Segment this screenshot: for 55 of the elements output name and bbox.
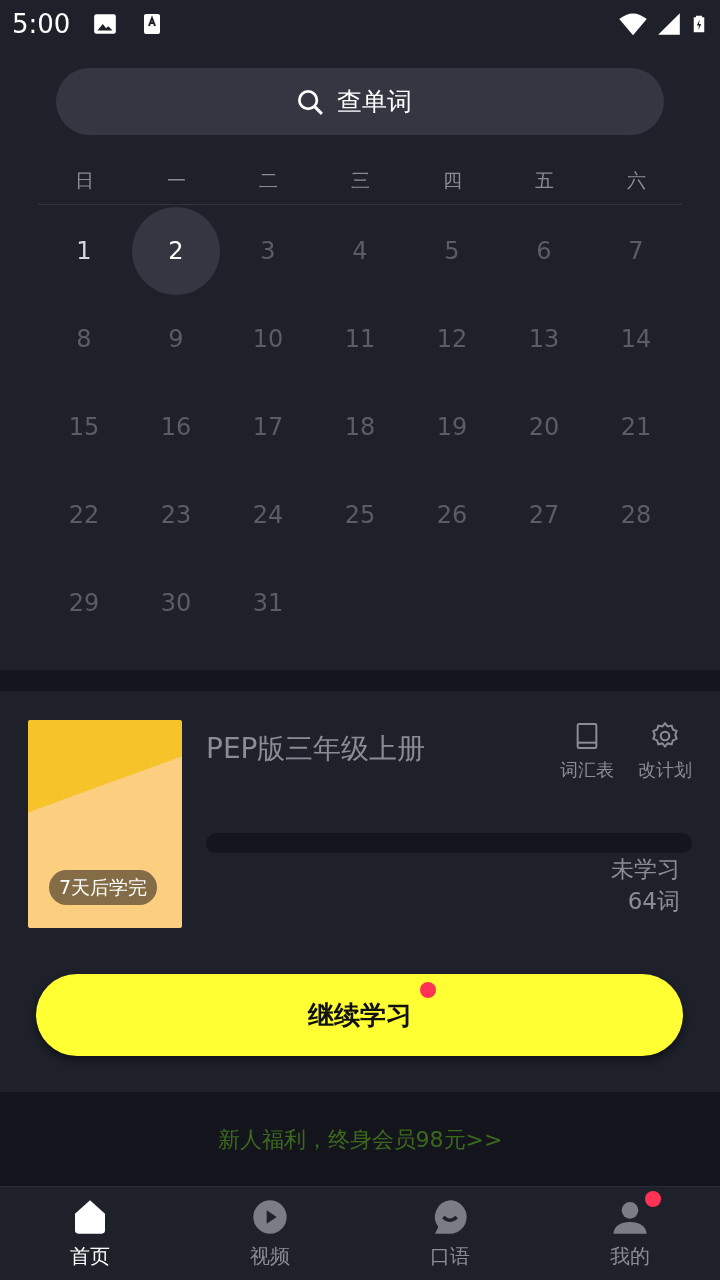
calendar-day[interactable]: 27 [500, 471, 588, 559]
calendar-day[interactable]: 15 [40, 383, 128, 471]
plan-action-button[interactable]: 词汇表 [560, 720, 614, 783]
calendar-day[interactable]: 12 [408, 295, 496, 383]
calendar-day[interactable]: 30 [132, 559, 220, 647]
calendar-day[interactable]: 24 [224, 471, 312, 559]
study-status: 未学习 [610, 855, 680, 884]
weekday-label: 日 [73, 168, 95, 194]
calendar-day[interactable]: 19 [408, 383, 496, 471]
nav-tab[interactable]: 口语 [360, 1187, 540, 1280]
search-input[interactable]: 查单词 [335, 81, 425, 122]
status-time: 5:00 [12, 7, 71, 41]
calendar-day[interactable]: 5 [408, 207, 496, 295]
calendar-day[interactable]: 6 [500, 207, 588, 295]
calendar-day[interactable]: 29 [40, 559, 128, 647]
calendar-day[interactable]: 25 [316, 471, 404, 559]
nav-tab[interactable]: 首页 [0, 1187, 180, 1280]
days-left-badge: 7天后学完 [49, 870, 158, 905]
weekday-label: 四 [441, 168, 463, 194]
calendar-day[interactable]: 11 [316, 295, 404, 383]
image-icon [92, 11, 119, 37]
calendar-day[interactable]: 17 [224, 383, 312, 471]
calendar-day[interactable]: 13 [500, 295, 588, 383]
plan-action-button[interactable]: 改计划 [638, 720, 692, 783]
calendar-day[interactable]: 3 [224, 207, 312, 295]
weekday-label: 三 [349, 168, 371, 194]
search-field[interactable]: 查单词 [56, 68, 664, 135]
book-title: PEP版三年级上册 [206, 731, 426, 767]
calendar-day[interactable]: 10 [224, 295, 312, 383]
calendar-day[interactable]: 14 [592, 295, 680, 383]
weekday-label: 五 [533, 168, 555, 194]
calendar-day[interactable]: 2 [132, 207, 220, 295]
weekday-label: 二 [257, 168, 279, 194]
calendar-day[interactable]: 4 [316, 207, 404, 295]
calendar-day[interactable]: 20 [500, 383, 588, 471]
calendar-day[interactable]: 31 [224, 559, 312, 647]
calendar-day[interactable]: 16 [132, 383, 220, 471]
weekday-label: 六 [625, 168, 647, 194]
calendar-day[interactable]: 7 [592, 207, 680, 295]
calendar-day[interactable]: 22 [40, 471, 128, 559]
calendar-day[interactable]: 26 [408, 471, 496, 559]
calendar-day[interactable]: 8 [40, 295, 128, 383]
nav-tab[interactable]: 视频 [180, 1187, 360, 1280]
nav-tab[interactable]: 我的 [540, 1187, 720, 1280]
continue-button[interactable]: 继续学习 [36, 974, 683, 1056]
calendar-day[interactable]: 23 [132, 471, 220, 559]
signal-icon [656, 11, 682, 37]
calendar-day[interactable]: 18 [316, 383, 404, 471]
calendar-day[interactable]: 9 [132, 295, 220, 383]
word-count: 64词 [626, 887, 680, 917]
calendar-day[interactable]: 21 [592, 383, 680, 471]
promo-link[interactable]: 新人福利，终身会员98元>> [217, 1122, 503, 1156]
calendar-day[interactable]: 28 [592, 471, 680, 559]
weekday-label: 一 [165, 168, 187, 194]
calendar-day[interactable]: 1 [40, 207, 128, 295]
